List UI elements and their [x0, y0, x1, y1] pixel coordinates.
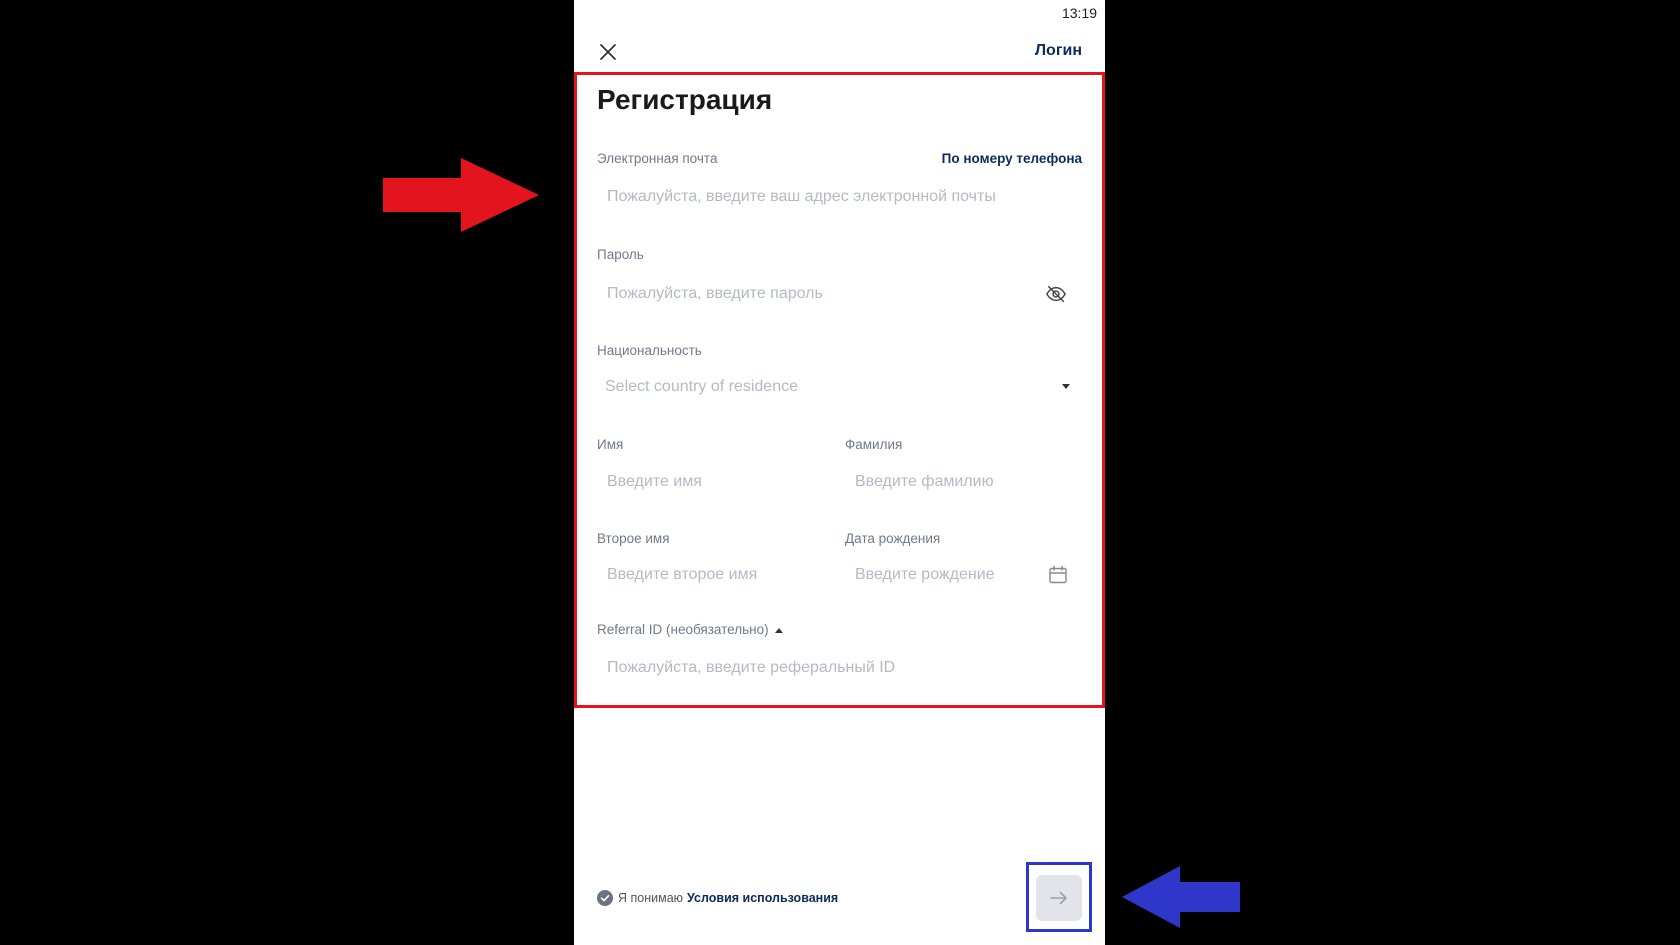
blue-arrow-icon: [1122, 866, 1240, 928]
middle-name-label: Второе имя: [597, 531, 670, 546]
calendar-icon[interactable]: [1048, 565, 1068, 585]
page-title: Регистрация: [597, 84, 773, 115]
email-label: Электронная почта: [597, 151, 718, 166]
terms-of-use-link[interactable]: Условия использования: [687, 891, 838, 905]
nationality-label: Национальность: [597, 343, 702, 358]
caret-down-icon: [1062, 384, 1070, 389]
last-name-label: Фамилия: [845, 437, 903, 452]
last-name-input[interactable]: [845, 465, 1082, 499]
login-link[interactable]: Логин: [1035, 42, 1082, 60]
terms-agreement: Я понимаю Условия использования: [597, 890, 838, 906]
caret-up-icon: [774, 627, 783, 633]
birth-date-input[interactable]: [845, 558, 1040, 592]
terms-prefix: Я понимаю: [618, 891, 684, 905]
middle-name-input[interactable]: [597, 558, 827, 592]
birth-date-label: Дата рождения: [845, 531, 941, 546]
email-input[interactable]: [597, 180, 1082, 214]
first-name-label: Имя: [597, 437, 624, 452]
country-select[interactable]: Select country of residence: [597, 370, 1082, 404]
eye-off-icon[interactable]: [1045, 283, 1067, 305]
country-select-value: Select country of residence: [605, 378, 798, 395]
close-icon[interactable]: [596, 40, 620, 64]
password-label: Пароль: [597, 247, 644, 262]
next-button[interactable]: [1036, 875, 1082, 921]
phone-number-switch-link[interactable]: По номеру телефона: [942, 151, 1082, 166]
red-arrow-icon: [383, 158, 539, 232]
arrow-right-icon: [1050, 891, 1067, 905]
phone-screen: 13:19 Логин Регистрация Электронная почт…: [574, 0, 1105, 945]
referral-label: Referral ID (необязательно): [597, 622, 769, 637]
first-name-input[interactable]: [597, 465, 827, 499]
check-circle-icon[interactable]: [597, 890, 613, 906]
referral-id-input[interactable]: [597, 651, 1082, 685]
password-input[interactable]: [597, 277, 1037, 311]
status-time: 13:19: [1061, 5, 1097, 21]
referral-toggle[interactable]: Referral ID (необязательно): [597, 622, 783, 637]
